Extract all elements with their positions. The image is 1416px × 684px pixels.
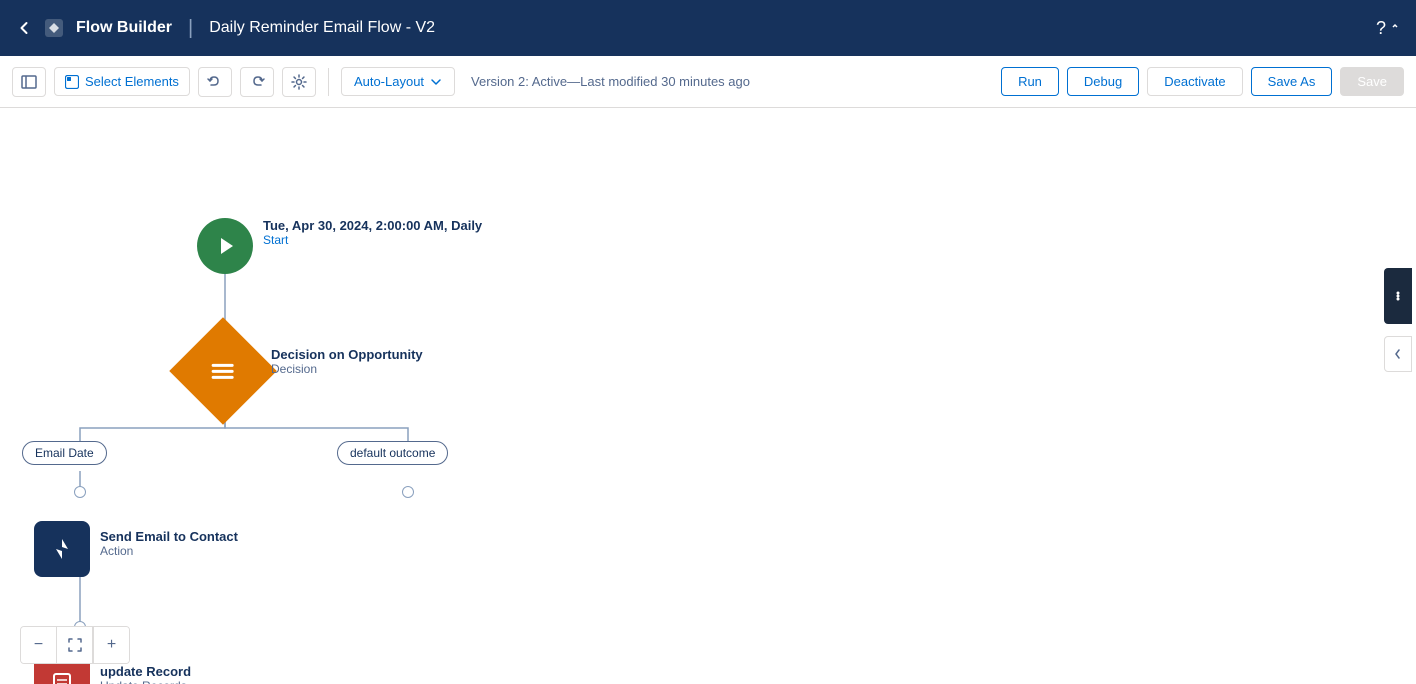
back-button[interactable]: [16, 20, 32, 36]
zoom-out-button[interactable]: −: [21, 627, 57, 663]
action-node-info: Send Email to Contact Action: [100, 529, 238, 558]
decision-subtitle-label: Decision: [271, 362, 423, 376]
deactivate-button[interactable]: Deactivate: [1147, 67, 1242, 96]
flow-builder-icon: [44, 18, 64, 38]
decision-icon: [212, 364, 234, 379]
redo-button[interactable]: [240, 67, 274, 97]
default-outcome-branch-label[interactable]: default outcome: [337, 441, 448, 465]
save-as-button[interactable]: Save As: [1251, 67, 1333, 96]
update-node-info: update Record Update Records: [100, 664, 191, 684]
top-navigation: Flow Builder | Daily Reminder Email Flow…: [0, 0, 1416, 56]
expand-panel-button[interactable]: [1384, 268, 1412, 324]
start-datetime-label: Tue, Apr 30, 2024, 2:00:00 AM, Daily: [263, 218, 482, 233]
action-title-label: Send Email to Contact: [100, 529, 238, 544]
debug-button[interactable]: Debug: [1067, 67, 1139, 96]
connector-dot-default: [402, 486, 414, 498]
run-button[interactable]: Run: [1001, 67, 1059, 96]
sidebar-toggle-button[interactable]: [12, 67, 46, 97]
right-side-panel: [1380, 268, 1416, 372]
start-node-info: Tue, Apr 30, 2024, 2:00:00 AM, Daily Sta…: [263, 218, 482, 247]
start-node[interactable]: Tue, Apr 30, 2024, 2:00:00 AM, Daily Sta…: [197, 218, 253, 274]
toolbar: Select Elements Auto-Layout Version 2: A…: [0, 56, 1416, 108]
email-date-branch-label[interactable]: Email Date: [22, 441, 107, 465]
collapse-panel-button[interactable]: [1384, 336, 1412, 372]
nav-separator: |: [188, 17, 193, 40]
auto-layout-button[interactable]: Auto-Layout: [341, 67, 455, 96]
action-subtitle-label: Action: [100, 544, 238, 558]
zoom-fit-button[interactable]: [57, 627, 93, 663]
decision-node-info: Decision on Opportunity Decision: [271, 347, 423, 376]
app-name-label: Flow Builder: [76, 19, 172, 37]
diamond-line-3: [212, 376, 234, 379]
select-elements-button[interactable]: Select Elements: [54, 67, 190, 96]
action-node[interactable]: Send Email to Contact Action: [34, 521, 90, 577]
diamond-line-1: [212, 364, 234, 367]
undo-button[interactable]: [198, 67, 232, 97]
diamond-line-2: [212, 370, 234, 373]
decision-node[interactable]: Decision on Opportunity Decision: [185, 333, 261, 409]
select-elements-label: Select Elements: [85, 74, 179, 89]
update-title-label: update Record: [100, 664, 191, 679]
update-subtitle-label: Update Records: [100, 679, 191, 684]
connector-dot-email-date: [74, 486, 86, 498]
save-button[interactable]: Save: [1340, 67, 1404, 96]
auto-layout-label: Auto-Layout: [354, 74, 424, 89]
zoom-controls: − +: [20, 626, 130, 664]
decision-diamond-shape[interactable]: [169, 317, 276, 424]
action-icon-box[interactable]: [34, 521, 90, 577]
start-trigger-circle[interactable]: [197, 218, 253, 274]
toolbar-separator-1: [328, 68, 329, 96]
decision-title-label: Decision on Opportunity: [271, 347, 423, 362]
flow-name-label: Daily Reminder Email Flow - V2: [209, 19, 435, 37]
version-info-label: Version 2: Active—Last modified 30 minut…: [471, 74, 993, 89]
settings-button[interactable]: [282, 67, 316, 97]
flow-canvas-area: Tue, Apr 30, 2024, 2:00:00 AM, Daily Sta…: [0, 108, 1416, 684]
start-label: Start: [263, 233, 482, 247]
help-button[interactable]: ?: [1376, 18, 1400, 39]
zoom-in-button[interactable]: +: [93, 627, 129, 663]
